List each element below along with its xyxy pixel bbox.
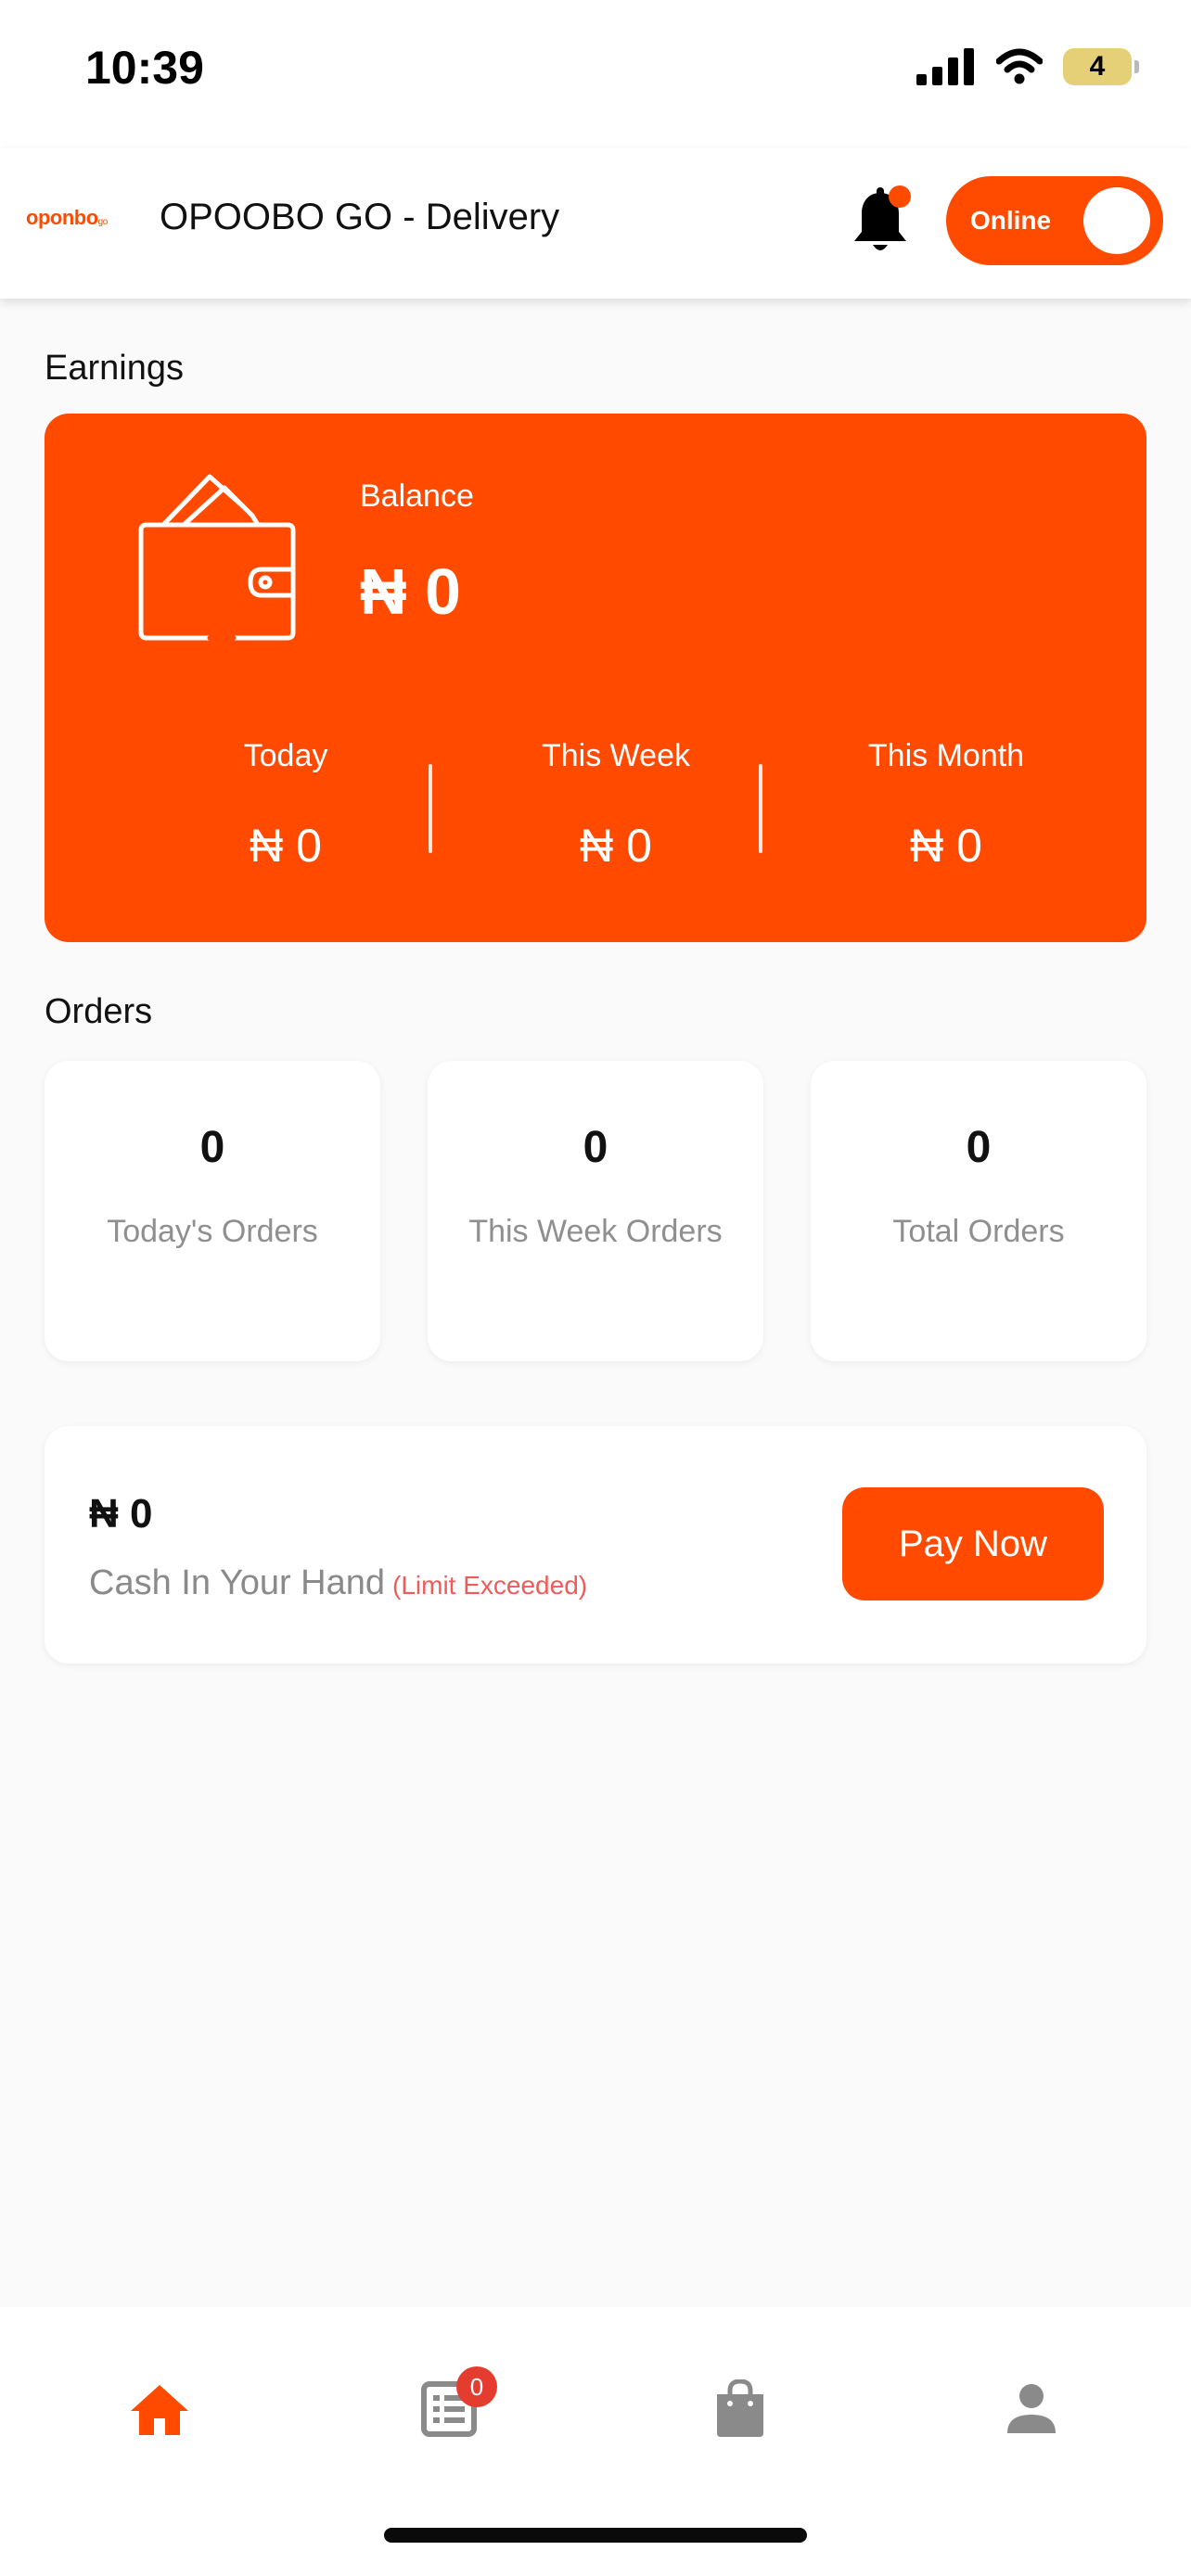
period-label: This Month	[867, 738, 1025, 773]
app-title: OPOOBO GO - Delivery	[160, 197, 560, 237]
toggle-knob	[1083, 187, 1150, 254]
orders-section-title: Orders	[45, 992, 153, 1031]
earnings-period-this-week: This Week ₦ 0	[477, 738, 755, 873]
cash-in-hand-label: Cash In Your Hand	[89, 1563, 386, 1602]
balance-value: ₦ 0	[360, 555, 461, 628]
nav-home[interactable]	[104, 2365, 215, 2454]
cash-in-hand-card: ₦ 0 Cash In Your Hand (Limit Exceeded) Pa…	[45, 1426, 1146, 1664]
limit-exceeded-warning: (Limit Exceeded)	[392, 1571, 588, 1600]
order-count: 0	[966, 1123, 992, 1172]
balance-label: Balance	[360, 478, 474, 514]
earnings-period-today: Today ₦ 0	[147, 738, 425, 873]
profile-icon	[1007, 2384, 1056, 2433]
earnings-period-this-month: This Month ₦ 0	[807, 738, 1085, 873]
period-divider	[429, 764, 432, 853]
order-label: Today's Orders	[107, 1214, 318, 1249]
order-card-this-week[interactable]: 0 This Week Orders	[428, 1061, 763, 1361]
period-divider	[759, 764, 762, 853]
brand-logo-text: oponbo	[26, 206, 98, 229]
status-icons: 4	[916, 48, 1139, 85]
cash-in-hand-value: ₦ 0	[89, 1491, 153, 1537]
nav-shop[interactable]	[685, 2365, 796, 2454]
orders-badge: 0	[456, 2366, 497, 2407]
cash-in-hand-label-row: Cash In Your Hand (Limit Exceeded)	[89, 1563, 587, 1603]
period-label: Today	[243, 738, 328, 773]
order-card-total[interactable]: 0 Total Orders	[811, 1061, 1146, 1361]
brand-logo: oponbogo	[26, 206, 108, 230]
status-bar: 10:39 4	[0, 0, 1191, 148]
period-label: This Week	[542, 738, 690, 773]
earnings-section-title: Earnings	[45, 349, 184, 388]
pay-now-button[interactable]: Pay Now	[842, 1487, 1104, 1600]
online-status-label: Online	[970, 206, 1052, 235]
cellular-signal-icon	[916, 48, 974, 85]
earnings-card: Balance ₦ 0 Today ₦ 0 This Week ₦ 0 This…	[45, 414, 1146, 942]
status-time: 10:39	[85, 42, 204, 94]
brand-logo-suffix: go	[97, 217, 109, 227]
order-count: 0	[583, 1123, 608, 1172]
app-header: oponbogo OPOOBO GO - Delivery Online	[0, 148, 1191, 299]
home-indicator	[384, 2528, 807, 2543]
period-value: ₦ 0	[250, 820, 322, 872]
order-count: 0	[199, 1123, 225, 1172]
online-status-toggle[interactable]: Online	[946, 176, 1163, 265]
battery-icon: 4	[1063, 48, 1139, 85]
order-card-today[interactable]: 0 Today's Orders	[45, 1061, 380, 1361]
battery-level: 4	[1089, 51, 1106, 82]
shopping-bag-icon	[717, 2379, 763, 2437]
nav-orders[interactable]: 0	[393, 2365, 505, 2454]
period-value: ₦ 0	[910, 820, 982, 872]
notification-dot	[889, 185, 911, 208]
order-label: This Week Orders	[468, 1214, 723, 1249]
order-label: Total Orders	[892, 1214, 1065, 1249]
home-icon	[131, 2385, 188, 2435]
wallet-icon	[138, 474, 296, 641]
wifi-icon	[996, 48, 1043, 84]
nav-profile[interactable]	[976, 2365, 1087, 2454]
period-value: ₦ 0	[580, 820, 652, 872]
app-screen: 10:39 4 oponbogo OPOOBO GO - Delivery On…	[0, 0, 1191, 2576]
